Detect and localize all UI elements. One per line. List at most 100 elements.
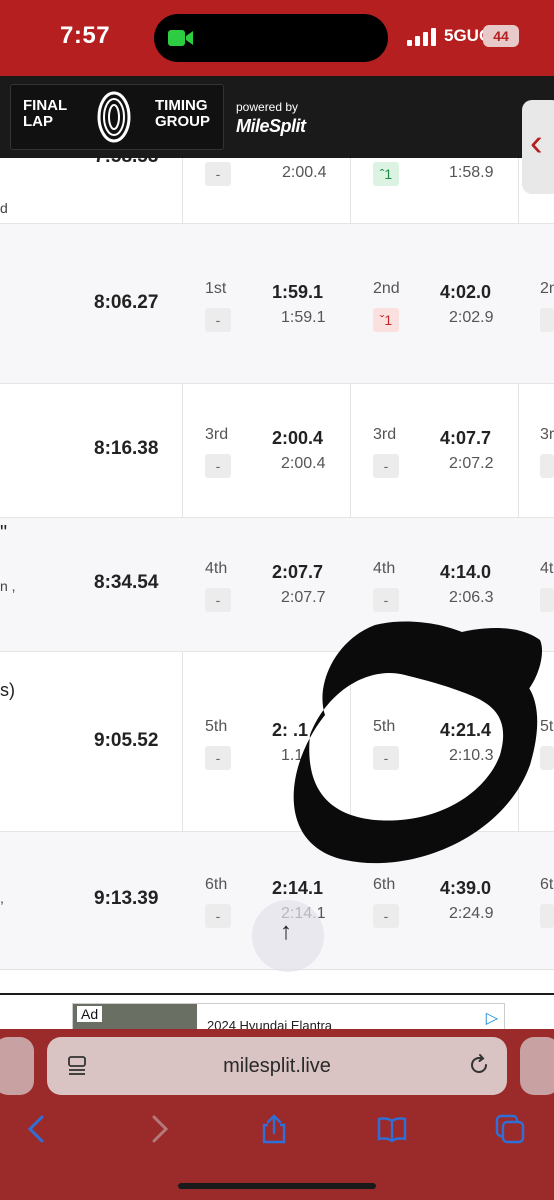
lap-time: 2:07.2: [449, 455, 494, 472]
athlete-info: n ,: [0, 578, 16, 594]
split-time: 4:21.4: [440, 720, 492, 740]
split-place: 4th: [373, 560, 396, 577]
url-text: milesplit.live: [223, 1055, 331, 1077]
scroll-to-top-button[interactable]: ↑: [252, 900, 324, 972]
split-place: 3r: [540, 426, 554, 443]
split-place: 2nd: [373, 280, 400, 297]
cellular-signal-icon: [407, 28, 436, 46]
lap-time: 2:02.9: [449, 309, 494, 326]
lap-time: 2:06.3: [449, 589, 494, 606]
split-time: 1:59.1: [272, 282, 324, 302]
arrow-up-icon: ↑: [280, 918, 292, 945]
athlete-info: d: [0, 200, 8, 216]
logo-text-left: FINAL LAP: [23, 98, 67, 130]
finish-time: 8:16.38: [94, 438, 159, 459]
finish-time: 9:13.39: [94, 888, 159, 909]
ad-banner: Ad 2024 Hyundai Elantra ▷: [0, 993, 554, 1031]
logo-line: LAP: [23, 113, 53, 130]
facetime-camera-icon: [168, 30, 193, 46]
split-place: 4t: [540, 560, 554, 577]
split-place: 5t: [540, 718, 554, 735]
final-lap-logo[interactable]: FINAL LAP TIMING GROUP: [10, 84, 224, 150]
position-change-badge: -: [205, 308, 231, 332]
finish-time: 8:06.27: [94, 292, 159, 313]
position-change-badge: [540, 308, 554, 332]
address-bar[interactable]: milesplit.live: [47, 1037, 507, 1095]
home-indicator: [178, 1183, 376, 1189]
powered-by-label: powered by: [236, 100, 299, 114]
battery-indicator: 44: [483, 25, 519, 47]
split-place: 2n: [540, 280, 554, 297]
lap-time: 2:00.4: [282, 164, 327, 181]
split-place: 6th: [205, 876, 228, 893]
athlete-info: ,: [0, 890, 4, 906]
logo-line: TIMING: [155, 97, 208, 114]
logo-text-right: TIMING GROUP: [155, 98, 210, 130]
split-place: 5th: [205, 718, 228, 735]
browser-toolbar: milesplit.live: [0, 1029, 554, 1200]
logo-line: GROUP: [155, 113, 211, 130]
lap-time: 1:59.1: [281, 309, 326, 326]
lap-time: 2:24.9: [449, 905, 494, 922]
ad-unit[interactable]: Ad 2024 Hyundai Elantra ▷: [72, 1003, 505, 1031]
logo-line: FINAL: [23, 97, 68, 114]
position-change-badge: ˆ1: [373, 162, 399, 186]
share-icon[interactable]: [258, 1113, 290, 1145]
position-change-badge: [540, 454, 554, 478]
track-oval-icon: [97, 91, 131, 143]
ad-label: Ad: [77, 1006, 103, 1022]
milesplit-brand[interactable]: MileSplit: [236, 116, 306, 137]
table-row[interactable]: s) 9:05.52 5th - 2: .1 1.1 5th - 4:21.4 …: [0, 652, 554, 832]
split-time: 4:14.0: [440, 562, 492, 582]
position-change-badge: -: [205, 588, 231, 612]
next-tab-peek[interactable]: [520, 1037, 554, 1095]
split-time: 2:00.4: [272, 428, 324, 448]
position-change-badge: -: [205, 162, 231, 186]
position-change-badge: -: [373, 454, 399, 478]
adchoices-icon[interactable]: ▷: [486, 1008, 498, 1028]
split-place: 1st: [205, 280, 227, 297]
split-place: 4th: [205, 560, 228, 577]
position-change-badge: -: [205, 454, 231, 478]
split-time: 4:02.0: [440, 282, 492, 302]
split-place: 3rd: [373, 426, 397, 443]
dynamic-island: [154, 14, 388, 62]
split-place: 5th: [373, 718, 396, 735]
athlete-info: ": [0, 522, 8, 544]
back-icon[interactable]: [22, 1113, 54, 1145]
split-time: 2:14.1: [272, 878, 324, 898]
bookmarks-icon[interactable]: [376, 1113, 408, 1145]
lap-time: 2:00.4: [281, 455, 326, 472]
split-time: 4:39.0: [440, 878, 492, 898]
site-header: FINAL LAP TIMING GROUP powered by MileSp…: [0, 76, 554, 194]
position-change-badge: -: [373, 588, 399, 612]
previous-tab-peek[interactable]: [0, 1037, 34, 1095]
split-time: 2:07.7: [272, 562, 324, 582]
table-row[interactable]: 7:58.53 d - 2:00.4 ˆ1 1:58.9: [0, 158, 554, 224]
split-place: 6th: [373, 876, 396, 893]
split-time: 2: .1: [272, 720, 309, 740]
position-change-badge: ˇ1: [373, 308, 399, 332]
finish-time: 7:58.53: [94, 158, 158, 168]
lap-time: 1.1: [281, 747, 304, 764]
finish-time: 9:05.52: [94, 730, 159, 751]
table-row[interactable]: " n , 8:34.54 4th - 2:07.7 2:07.7 4th - …: [0, 518, 554, 652]
reload-icon[interactable]: [467, 1053, 491, 1077]
lap-time: 2:07.7: [281, 589, 326, 606]
tabs-icon[interactable]: [494, 1113, 526, 1145]
lap-time: 1:58.9: [449, 164, 494, 181]
finish-time: 8:34.54: [94, 572, 159, 593]
position-change-badge: [540, 746, 554, 770]
forward-icon[interactable]: [142, 1113, 174, 1145]
lap-time: 2:10.3: [449, 747, 494, 764]
position-change-badge: [540, 904, 554, 928]
position-change-badge: -: [205, 904, 231, 928]
battery-percent: 44: [493, 28, 509, 44]
status-bar: 7:57 5GUC 44: [0, 0, 554, 76]
table-row[interactable]: 8:16.38 3rd - 2:00.4 2:00.4 3rd - 4:07.7…: [0, 384, 554, 518]
split-time: 4:07.7: [440, 428, 492, 448]
split-place: 6t: [540, 876, 554, 893]
position-change-badge: -: [373, 904, 399, 928]
position-change-badge: -: [373, 746, 399, 770]
table-row[interactable]: 8:06.27 1st - 1:59.1 1:59.1 2nd ˇ1 4:02.…: [0, 224, 554, 384]
